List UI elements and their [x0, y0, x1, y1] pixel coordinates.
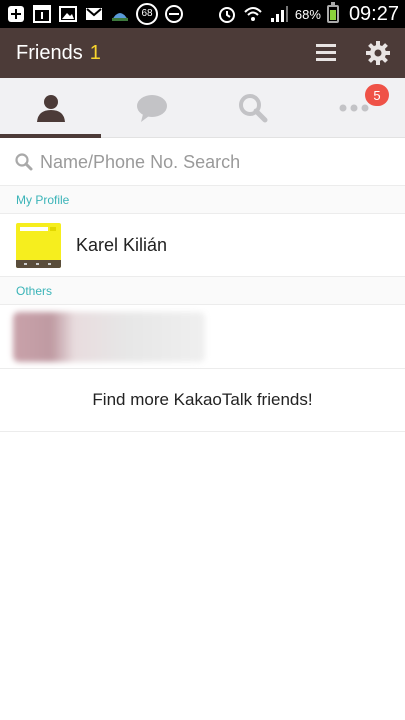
alarm-icon [217, 4, 237, 24]
section-header-my-profile: My Profile [0, 186, 405, 214]
wifi-icon [243, 4, 263, 24]
list-menu-button[interactable] [313, 40, 339, 66]
battery-icon [326, 2, 339, 23]
list-icon [316, 44, 336, 61]
gear-icon [366, 41, 390, 65]
plus-icon [6, 4, 26, 24]
more-tab-badge: 5 [365, 84, 389, 106]
friends-count: 1 [89, 41, 101, 64]
clock: 09:27 [348, 2, 399, 25]
gmail-icon [84, 4, 104, 24]
gallery-icon [58, 4, 78, 24]
status-bar: 68 68% 09:27 [0, 0, 405, 28]
notification-count-badge: 68 [136, 3, 158, 25]
find-more-friends-button[interactable]: Find more KakaoTalk friends! [0, 369, 405, 432]
app-bar-actions [313, 40, 391, 66]
tab-chats[interactable] [101, 78, 202, 137]
tab-more[interactable]: 5 [304, 78, 405, 137]
signal-icon [269, 4, 289, 24]
search-bar[interactable] [0, 139, 405, 186]
chat-bubble-icon [136, 94, 167, 122]
search-icon [239, 93, 268, 122]
blurred-friend-entry [13, 311, 205, 362]
friend-row[interactable] [0, 305, 405, 369]
tab-bar: 5 [0, 78, 405, 138]
app-bar: Friends 1 [0, 28, 405, 78]
status-bar-right: 68% 09:27 [217, 2, 399, 26]
avatar [16, 222, 61, 268]
tab-friends[interactable] [0, 78, 102, 138]
cloud-app-icon [110, 4, 130, 24]
my-profile-row[interactable]: Karel Kilián [0, 214, 405, 277]
tab-find[interactable] [203, 78, 304, 137]
page-title: Friends [16, 41, 83, 64]
status-bar-left: 68 [6, 3, 184, 25]
app-bar-title-group: Friends 1 [16, 42, 101, 65]
section-header-others: Others [0, 277, 405, 305]
settings-button[interactable] [365, 40, 391, 66]
profile-name: Karel Kilián [76, 234, 168, 255]
calendar-icon [32, 4, 52, 24]
search-icon [15, 153, 33, 171]
person-icon [36, 94, 65, 122]
find-more-friends-label: Find more KakaoTalk friends! [92, 390, 313, 409]
search-input[interactable] [40, 151, 380, 173]
do-not-disturb-icon [164, 4, 184, 24]
battery-percent: 68% [294, 6, 321, 22]
